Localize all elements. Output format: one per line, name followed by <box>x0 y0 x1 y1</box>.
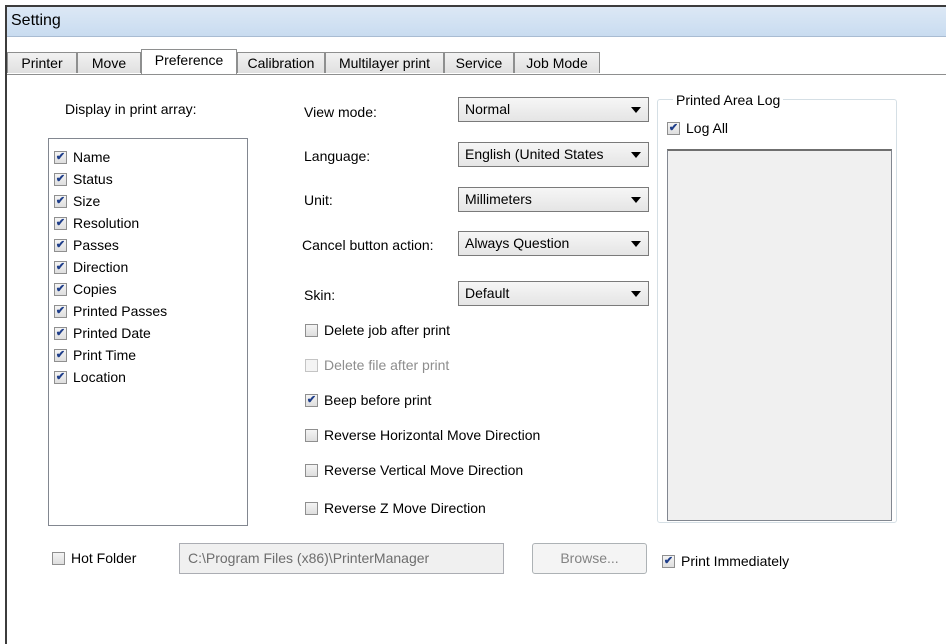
tab-divider <box>7 74 946 75</box>
hot-folder-option[interactable]: Hot Folder <box>52 550 136 566</box>
view-mode-label: View mode: <box>304 104 377 120</box>
unit-value: Millimeters <box>465 191 532 207</box>
checkbox-icon[interactable] <box>52 551 65 565</box>
display-heading: Display in print array: <box>65 101 197 117</box>
list-item-label: Resolution <box>73 215 140 231</box>
reverse-z-label: Reverse Z Move Direction <box>324 500 486 516</box>
checkbox-icon[interactable] <box>54 172 67 186</box>
checkbox-icon[interactable] <box>54 150 67 164</box>
print-immediately-label: Print Immediately <box>681 553 790 569</box>
chevron-down-icon <box>631 152 641 158</box>
list-item[interactable]: Resolution <box>54 212 139 234</box>
log-all-option[interactable]: Log All <box>667 120 728 136</box>
list-item-label: Print Time <box>73 347 137 363</box>
checkbox-icon[interactable] <box>54 326 67 340</box>
list-item[interactable]: Printed Date <box>54 322 151 344</box>
checkbox-icon[interactable] <box>54 370 67 384</box>
list-item[interactable]: Name <box>54 146 110 168</box>
list-item[interactable]: Size <box>54 190 100 212</box>
checkbox-icon[interactable] <box>305 428 318 442</box>
checkbox-icon[interactable] <box>54 260 67 274</box>
view-mode-select[interactable]: Normal <box>458 97 649 122</box>
beep-label: Beep before print <box>324 392 432 408</box>
printed-area-log-list[interactable] <box>667 149 892 521</box>
title-bar: Setting <box>7 7 946 37</box>
language-select[interactable]: English (United States <box>458 142 649 167</box>
printed-area-log-title: Printed Area Log <box>673 92 784 108</box>
checkbox-icon[interactable] <box>305 323 318 337</box>
list-item-label: Printed Date <box>73 325 151 341</box>
delete-job-label: Delete job after print <box>324 322 451 338</box>
list-item[interactable]: Passes <box>54 234 119 256</box>
display-columns-list[interactable]: Name Status Size Resolution Passes Direc… <box>48 138 248 526</box>
list-item-label: Name <box>73 149 111 165</box>
skin-select[interactable]: Default <box>458 281 649 306</box>
checkbox-icon <box>305 358 318 372</box>
checkbox-icon[interactable] <box>305 501 318 515</box>
checkbox-icon[interactable] <box>305 463 318 477</box>
checkbox-icon[interactable] <box>54 304 67 318</box>
unit-select[interactable]: Millimeters <box>458 187 649 212</box>
tab-multilayer-print[interactable]: Multilayer print <box>325 52 444 73</box>
skin-value: Default <box>465 285 510 301</box>
checkbox-icon[interactable] <box>54 348 67 362</box>
window-title: Setting <box>11 12 61 29</box>
checkbox-icon[interactable] <box>667 121 680 135</box>
chevron-down-icon <box>631 107 641 113</box>
list-item-label: Passes <box>73 237 119 253</box>
tab-printer[interactable]: Printer <box>7 52 77 73</box>
skin-label: Skin: <box>304 287 336 303</box>
reverse-vertical-option[interactable]: Reverse Vertical Move Direction <box>305 462 523 478</box>
list-item[interactable]: Print Time <box>54 344 136 366</box>
list-item[interactable]: Direction <box>54 256 128 278</box>
delete-job-option[interactable]: Delete job after print <box>305 322 450 338</box>
tab-move[interactable]: Move <box>77 52 141 73</box>
reverse-vertical-label: Reverse Vertical Move Direction <box>324 462 524 478</box>
checkbox-icon[interactable] <box>54 216 67 230</box>
checkbox-icon[interactable] <box>305 393 318 407</box>
list-item-label: Copies <box>73 281 117 297</box>
reverse-horizontal-option[interactable]: Reverse Horizontal Move Direction <box>305 427 540 443</box>
cancel-action-value: Always Question <box>465 235 570 251</box>
reverse-horizontal-label: Reverse Horizontal Move Direction <box>324 427 541 443</box>
view-mode-value: Normal <box>465 101 511 117</box>
checkbox-icon[interactable] <box>54 282 67 296</box>
checkbox-icon[interactable] <box>54 238 67 252</box>
hot-folder-path-input: C:\Program Files (x86)\PrinterManager <box>179 543 504 574</box>
browse-button: Browse... <box>532 543 647 574</box>
tab-strip: Printer Move Preference Calibration Mult… <box>7 49 946 74</box>
beep-option[interactable]: Beep before print <box>305 392 431 408</box>
unit-label: Unit: <box>304 192 333 208</box>
chevron-down-icon <box>631 197 641 203</box>
checkbox-icon[interactable] <box>662 554 675 568</box>
list-item[interactable]: Copies <box>54 278 117 300</box>
language-value: English (United States <box>465 146 604 162</box>
delete-file-option: Delete file after print <box>305 357 449 373</box>
checkbox-icon[interactable] <box>54 194 67 208</box>
cancel-action-select[interactable]: Always Question <box>458 231 649 256</box>
print-immediately-option[interactable]: Print Immediately <box>662 553 789 569</box>
reverse-z-option[interactable]: Reverse Z Move Direction <box>305 500 486 516</box>
cancel-action-label: Cancel button action: <box>302 237 434 253</box>
chevron-down-icon <box>631 241 641 247</box>
list-item[interactable]: Printed Passes <box>54 300 167 322</box>
hot-folder-label: Hot Folder <box>71 550 137 566</box>
list-item-label: Printed Passes <box>73 303 168 319</box>
tab-calibration[interactable]: Calibration <box>237 52 325 73</box>
chevron-down-icon <box>631 291 641 297</box>
delete-file-label: Delete file after print <box>324 357 450 373</box>
tab-preference[interactable]: Preference <box>141 49 237 74</box>
list-item-label: Direction <box>73 259 129 275</box>
list-item-label: Location <box>73 369 126 385</box>
tab-job-mode[interactable]: Job Mode <box>514 52 600 73</box>
language-label: Language: <box>304 148 371 164</box>
list-item[interactable]: Status <box>54 168 113 190</box>
list-item[interactable]: Location <box>54 366 126 388</box>
list-item-label: Status <box>73 171 113 187</box>
tab-service[interactable]: Service <box>444 52 514 73</box>
list-item-label: Size <box>73 193 101 209</box>
log-all-label: Log All <box>686 120 729 136</box>
